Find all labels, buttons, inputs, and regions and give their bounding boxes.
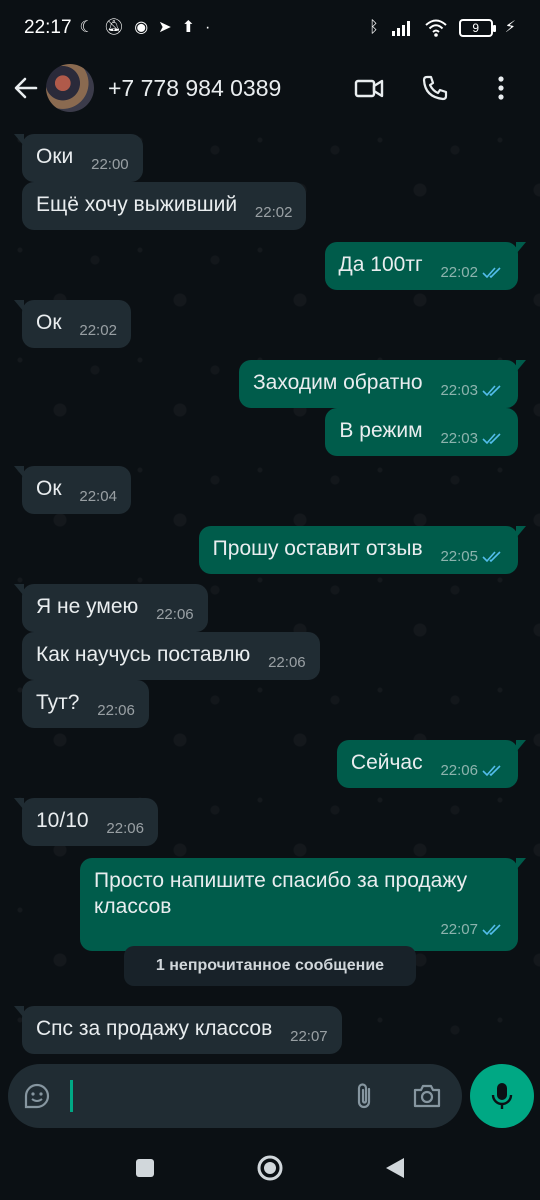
- bell-off-icon: 🔕︎: [103, 19, 125, 36]
- system-navigation-bar: [0, 1136, 540, 1200]
- bluetooth-icon: ᛒ: [369, 19, 379, 36]
- battery-icon: 9: [458, 19, 496, 37]
- recents-icon[interactable]: [134, 1157, 156, 1179]
- message-input[interactable]: [70, 1080, 73, 1112]
- message-text: Ещё хочу выживший: [36, 193, 238, 216]
- read-receipt-icon: [482, 765, 501, 777]
- message-time: 22:03: [440, 382, 478, 399]
- message-time: 22:02: [440, 264, 478, 281]
- moon-icon: ☾: [79, 19, 94, 36]
- message-text: Оки: [36, 145, 74, 168]
- chat-header: +7 778 984 0389: [0, 56, 540, 120]
- upload-icon: ⬆: [181, 19, 195, 36]
- message-text: Я не умею: [36, 595, 139, 618]
- message-time: 22:07: [290, 1028, 328, 1045]
- message-text: 10/10: [36, 809, 89, 832]
- avatar[interactable]: [46, 64, 94, 112]
- message-text: Сейчас: [350, 751, 423, 774]
- message-outgoing[interactable]: Заходим обратно 22:03: [239, 360, 526, 409]
- message-outgoing[interactable]: Да 100тг 22:02: [324, 242, 527, 291]
- voice-message-button[interactable]: [470, 1064, 534, 1128]
- message-incoming[interactable]: Ещё хочу выживший 22:02: [22, 182, 307, 231]
- battery-level: 9: [472, 21, 480, 35]
- video-call-icon[interactable]: [354, 73, 384, 103]
- message-outgoing[interactable]: В режим 22:03: [325, 408, 518, 457]
- wifi-icon: [425, 19, 447, 37]
- message-time: 22:02: [79, 322, 117, 339]
- app-notification-icon: ◉: [134, 19, 149, 36]
- message-outgoing[interactable]: Просто напишите спасибо за продажу класс…: [80, 858, 526, 952]
- read-receipt-icon: [482, 433, 501, 445]
- message-text: Просто напишите спасибо за продажу класс…: [94, 869, 468, 919]
- telegram-icon: ➤: [158, 19, 172, 36]
- back-nav-icon[interactable]: [384, 1156, 406, 1180]
- message-text: Тут?: [36, 691, 80, 714]
- back-arrow-icon[interactable]: [12, 74, 40, 102]
- microphone-icon: [491, 1083, 513, 1109]
- home-icon[interactable]: [256, 1154, 284, 1182]
- message-time: 22:06: [156, 606, 194, 623]
- message-incoming[interactable]: Оки 22:00: [14, 134, 143, 183]
- status-time: 22:17: [24, 17, 72, 38]
- message-time: 22:02: [254, 204, 293, 221]
- camera-icon[interactable]: [412, 1082, 442, 1110]
- message-outgoing[interactable]: Прошу оставит отзыв 22:05: [198, 526, 527, 575]
- message-text: Прошу оставит отзыв: [212, 537, 423, 560]
- message-composer[interactable]: [8, 1064, 462, 1128]
- message-text: Да 100тг: [338, 253, 423, 276]
- signal-icon: [391, 21, 410, 36]
- message-time: 22:06: [268, 654, 306, 671]
- read-receipt-icon: [482, 924, 501, 936]
- sticker-icon[interactable]: [22, 1081, 52, 1111]
- message-time: 22:04: [79, 488, 117, 505]
- message-time: 22:06: [106, 820, 144, 837]
- read-receipt-icon: [482, 267, 501, 279]
- status-bar: 22:17 ☾ 🔕︎ ◉ ➤ ⬆ · ᛒ 9 ⚡︎: [0, 0, 540, 56]
- message-text: Ок: [36, 477, 62, 500]
- message-text: Заходим обратно: [253, 371, 423, 394]
- voice-call-icon[interactable]: [420, 73, 450, 103]
- more-notifications-icon: ·: [204, 19, 211, 36]
- charging-icon: ⚡︎: [504, 19, 516, 36]
- contact-name[interactable]: +7 778 984 0389: [108, 75, 281, 102]
- message-time: 22:07: [440, 920, 478, 938]
- message-outgoing[interactable]: Сейчас 22:06: [336, 740, 527, 789]
- message-incoming[interactable]: Ок 22:04: [14, 466, 131, 515]
- message-time: 22:06: [440, 762, 478, 779]
- message-incoming[interactable]: Я не умею 22:06: [14, 584, 208, 633]
- message-text: Ок: [36, 311, 62, 334]
- message-time: 22:03: [440, 430, 478, 447]
- message-time: 22:05: [440, 548, 478, 565]
- message-incoming[interactable]: Тут? 22:06: [22, 680, 149, 729]
- message-text: В режим: [339, 419, 423, 442]
- more-options-icon[interactable]: [486, 73, 516, 103]
- message-text: Спс за продажу классов: [36, 1017, 273, 1040]
- message-incoming[interactable]: Как научусь поставлю 22:06: [22, 632, 320, 681]
- message-time: 22:06: [97, 702, 135, 719]
- message-list[interactable]: Оки 22:00 Ещё хочу выживший 22:02 Да 100…: [0, 120, 540, 1060]
- message-incoming[interactable]: Ок 22:02: [14, 300, 131, 349]
- attach-icon[interactable]: [352, 1081, 378, 1111]
- message-text: Как научусь поставлю: [36, 643, 251, 666]
- message-time: 22:00: [91, 156, 129, 173]
- read-receipt-icon: [482, 385, 501, 397]
- message-incoming[interactable]: Спс за продажу классов 22:07: [14, 1006, 342, 1055]
- unread-divider: 1 непрочитанное сообщение: [124, 946, 416, 986]
- message-incoming[interactable]: 10/10 22:06: [14, 798, 158, 847]
- read-receipt-icon: [482, 551, 501, 563]
